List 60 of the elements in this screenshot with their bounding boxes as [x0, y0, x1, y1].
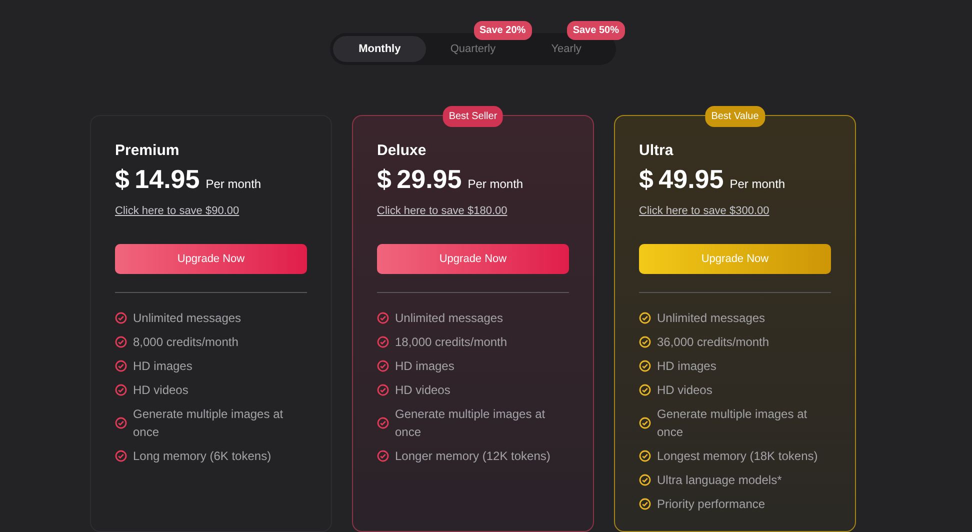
feature-text: Priority performance [657, 496, 766, 514]
price: $ 29.95 [377, 164, 462, 196]
check-circle-icon [377, 450, 389, 462]
check-circle-icon [377, 312, 389, 324]
feature-text: HD videos [133, 382, 188, 400]
feature-text: 18,000 credits/month [395, 334, 508, 352]
discount-badge: Save 50% [566, 21, 625, 40]
upgrade-button[interactable]: Upgrade Now [639, 244, 831, 274]
feature-text: Unlimited messages [657, 310, 766, 328]
feature-text: Generate multiple images at once [395, 406, 546, 442]
check-circle-icon [115, 384, 127, 396]
check-circle-icon [639, 498, 651, 510]
feature-text: HD videos [395, 382, 450, 400]
plan-name: Ultra [639, 142, 674, 160]
discount-badge: Save 20% [474, 21, 532, 40]
feature-text: Generate multiple images at once [657, 406, 808, 442]
check-circle-icon [639, 474, 651, 486]
check-circle-icon [115, 336, 127, 348]
check-circle-icon [639, 312, 651, 324]
feature-text: HD images [657, 358, 716, 376]
check-circle-icon [115, 450, 127, 462]
billing-tab[interactable]: Monthly [333, 36, 426, 62]
feature-text: HD images [133, 358, 192, 376]
check-circle-icon [639, 384, 651, 396]
check-circle-icon [639, 360, 651, 372]
check-circle-icon [377, 384, 389, 396]
price: $ 49.95 [639, 164, 724, 196]
feature-text: Unlimited messages [395, 310, 504, 328]
plan-name: Premium [115, 142, 180, 160]
price-period: Per month [206, 176, 262, 193]
plan-name: Deluxe [377, 142, 428, 160]
check-circle-icon [377, 336, 389, 348]
price-period: Per month [468, 176, 524, 193]
feature-text: 8,000 credits/month [133, 334, 238, 352]
price: $ 14.95 [115, 164, 200, 196]
check-circle-icon [115, 417, 127, 430]
save-link[interactable]: Click here to save $300.00 [639, 203, 770, 220]
feature-text: Longest memory (18K tokens) [657, 448, 818, 466]
feature-text: Unlimited messages [133, 310, 242, 328]
feature-text: HD images [395, 358, 454, 376]
feature-text: 36,000 credits/month [657, 334, 770, 352]
check-circle-icon [377, 417, 389, 430]
price-period: Per month [730, 176, 786, 193]
save-link[interactable]: Click here to save $180.00 [377, 203, 508, 220]
check-circle-icon [115, 312, 127, 324]
save-link[interactable]: Click here to save $90.00 [115, 203, 240, 220]
feature-text: Long memory (6K tokens) [133, 448, 272, 466]
feature-text: HD videos [657, 382, 712, 400]
plan-badge: Best Value [705, 106, 765, 127]
feature-text: Generate multiple images at once [133, 406, 284, 442]
check-circle-icon [115, 360, 127, 372]
upgrade-button[interactable]: Upgrade Now [115, 244, 307, 274]
check-circle-icon [639, 417, 651, 430]
plan-badge: Best Seller [442, 106, 504, 127]
check-circle-icon [377, 360, 389, 372]
feature-text: Longer memory (12K tokens) [395, 448, 550, 466]
feature-text: Ultra language models* [657, 472, 782, 490]
check-circle-icon [639, 336, 651, 348]
upgrade-button[interactable]: Upgrade Now [377, 244, 569, 274]
check-circle-icon [639, 450, 651, 462]
